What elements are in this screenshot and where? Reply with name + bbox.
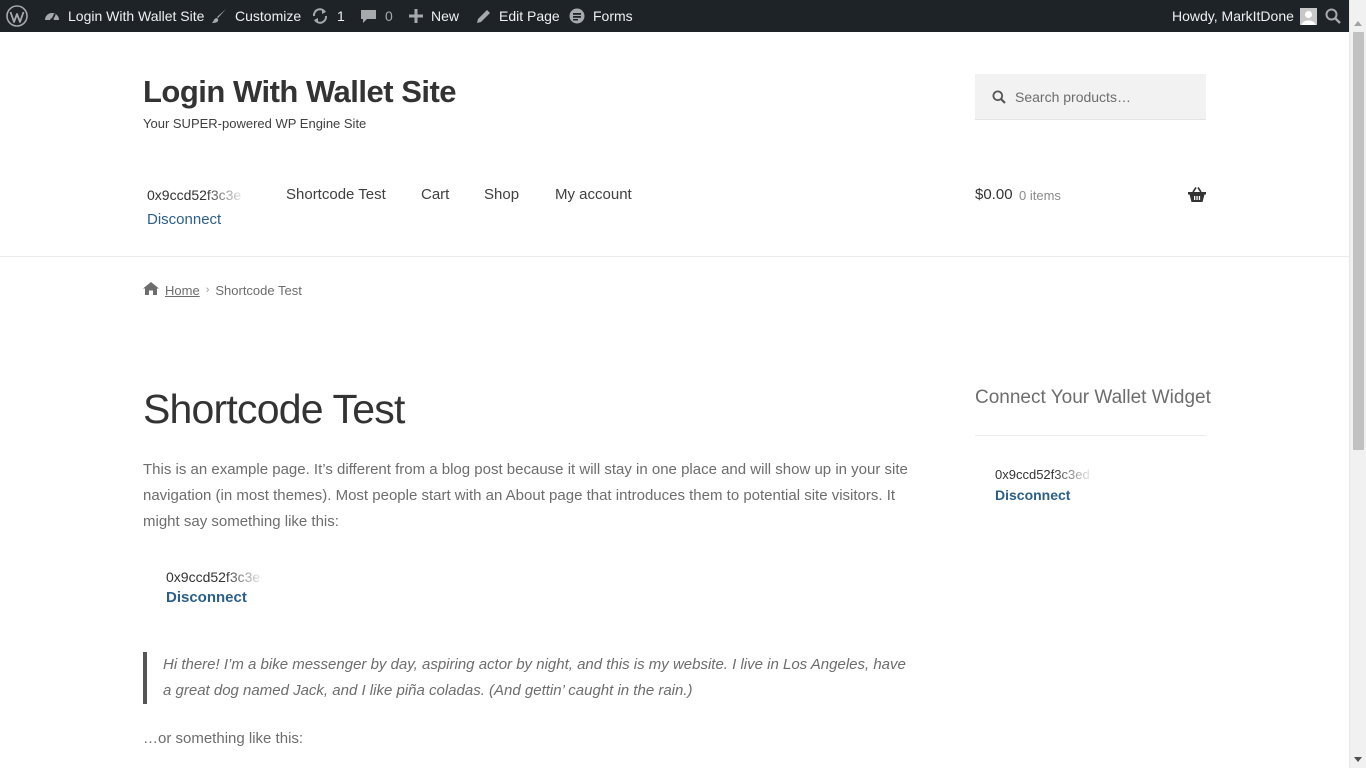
nav-wallet-connect: 0x9ccd52f3c3e Disconnect xyxy=(147,187,247,228)
nav-item-cart[interactable]: Cart xyxy=(421,186,449,203)
updates-count: 1 xyxy=(337,8,345,24)
search-products-input[interactable] xyxy=(1015,88,1195,105)
wordpress-logo-icon[interactable] xyxy=(6,0,28,32)
admin-bar-updates[interactable]: 1 xyxy=(311,0,345,32)
admin-bar-search-icon[interactable] xyxy=(1325,0,1341,32)
plus-icon xyxy=(409,9,423,23)
comments-icon xyxy=(360,8,377,24)
basket-icon xyxy=(1188,187,1206,208)
avatar-icon xyxy=(1299,7,1317,25)
sidebar-wallet-address: 0x9ccd52f3c3ed xyxy=(995,467,1090,482)
admin-bar-howdy: Howdy, MarkItDone xyxy=(1172,8,1294,24)
product-search[interactable] xyxy=(975,74,1206,120)
breadcrumb-separator-icon: › xyxy=(205,284,210,296)
shortcode-disconnect-link[interactable]: Disconnect xyxy=(166,589,266,606)
comments-count: 0 xyxy=(385,8,393,24)
admin-bar-forms[interactable]: Forms xyxy=(569,0,633,32)
page-title: Shortcode Test xyxy=(143,386,405,432)
admin-bar-edit-page-label: Edit Page xyxy=(499,8,560,24)
admin-bar-new[interactable]: New xyxy=(409,0,459,32)
site-tagline: Your SUPER-powered WP Engine Site xyxy=(143,116,367,131)
home-icon xyxy=(143,282,159,298)
admin-bar-site-name: Login With Wallet Site xyxy=(68,8,205,24)
admin-bar-new-label: New xyxy=(431,8,460,24)
sidebar-divider xyxy=(975,435,1206,436)
breadcrumb-current: Shortcode Test xyxy=(215,282,302,298)
shortcode-wallet-address: 0x9ccd52f3c3e xyxy=(166,569,261,585)
intro-paragraph: This is an example page. It’s different … xyxy=(143,461,908,530)
header-cart[interactable]: $0.00 0 items xyxy=(975,186,1206,208)
page-scrollbar[interactable] xyxy=(1349,0,1366,768)
admin-bar-customize[interactable]: Customize xyxy=(211,0,301,32)
sidebar-widget-title: Connect Your Wallet Widget xyxy=(975,387,1211,408)
updates-icon xyxy=(311,7,329,25)
forms-icon xyxy=(569,8,585,24)
header-divider xyxy=(0,256,1349,257)
nav-disconnect-link[interactable]: Disconnect xyxy=(147,211,247,228)
scroll-up-arrow-icon[interactable] xyxy=(1354,21,1362,26)
admin-bar-site-link[interactable]: Login With Wallet Site xyxy=(44,0,204,32)
example-blockquote: Hi there! I’m a bike messenger by day, a… xyxy=(143,652,913,704)
sidebar-wallet-widget: 0x9ccd52f3c3ed Disconnect xyxy=(995,467,1095,503)
admin-bar-customize-label: Customize xyxy=(235,8,302,24)
closing-paragraph: …or something like this: xyxy=(143,730,304,747)
scrollbar-thumb[interactable] xyxy=(1353,32,1364,450)
cart-amount: $0.00 xyxy=(975,186,1013,203)
nav-item-my-account[interactable]: My account xyxy=(555,186,632,203)
shortcode-wallet-widget: 0x9ccd52f3c3e Disconnect xyxy=(166,569,266,606)
sidebar-disconnect-link[interactable]: Disconnect xyxy=(995,487,1095,503)
admin-bar-my-account[interactable]: Howdy, MarkItDone xyxy=(1172,0,1317,32)
search-icon xyxy=(992,90,1006,104)
breadcrumb: Home › Shortcode Test xyxy=(143,281,302,299)
cart-item-count: 0 items xyxy=(1019,188,1061,203)
breadcrumb-home-link[interactable]: Home xyxy=(165,283,200,298)
dashboard-icon xyxy=(44,8,60,24)
pencil-icon xyxy=(476,9,491,24)
admin-bar-comments[interactable]: 0 xyxy=(360,0,393,32)
paintbrush-icon xyxy=(211,8,227,24)
nav-item-shop[interactable]: Shop xyxy=(484,186,519,203)
site-title[interactable]: Login With Wallet Site xyxy=(143,74,457,110)
admin-bar-edit-page[interactable]: Edit Page xyxy=(476,0,560,32)
nav-wallet-address: 0x9ccd52f3c3e xyxy=(147,187,242,203)
scroll-down-arrow-icon[interactable] xyxy=(1354,757,1362,762)
admin-bar-forms-label: Forms xyxy=(593,8,633,24)
nav-item-shortcode-test[interactable]: Shortcode Test xyxy=(286,186,386,203)
admin-bar: Login With Wallet Site Customize 1 0 New… xyxy=(0,0,1366,32)
